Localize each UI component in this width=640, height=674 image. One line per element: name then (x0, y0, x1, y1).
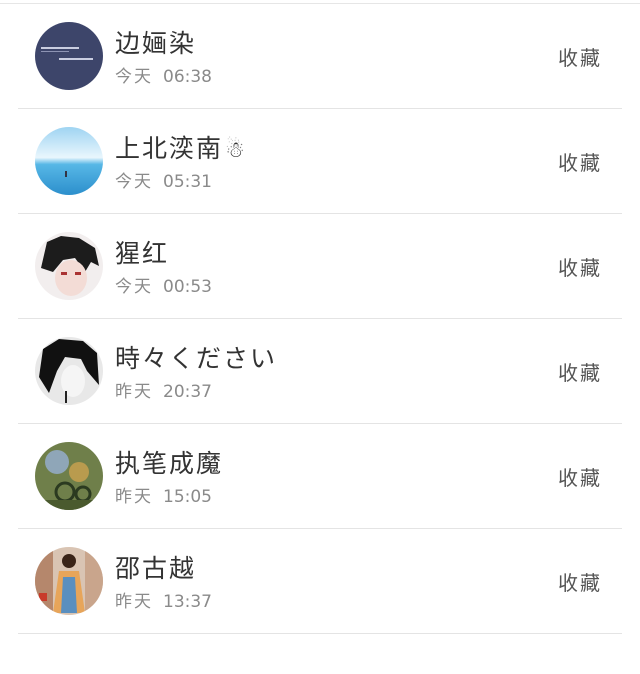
favorite-button[interactable]: 收藏 (558, 567, 602, 596)
favorite-button[interactable]: 收藏 (558, 252, 602, 281)
avatar-green-art-icon[interactable] (35, 442, 103, 510)
avatar-sky-sea-icon[interactable] (35, 127, 103, 195)
list-item[interactable]: 猩红 今天 00:53 收藏 (18, 214, 622, 319)
contact-name: 边婳染 (115, 29, 197, 58)
timestamp: 今天 06:38 (115, 67, 212, 87)
list-item[interactable]: 時々ください 昨天 20:37 收藏 (18, 319, 622, 424)
list-item[interactable]: 边婳染 今天 06:38 收藏 (18, 4, 622, 109)
timestamp: 今天 00:53 (115, 277, 212, 297)
favorite-button[interactable]: 收藏 (558, 357, 602, 386)
list-item[interactable]: 上北湙南☃ 今天 05:31 收藏 (18, 109, 622, 214)
favorites-list: 边婳染 今天 06:38 收藏 上北湙南☃ 今天 05:31 收藏 猩红 今天 … (0, 4, 640, 634)
favorite-button[interactable]: 收藏 (558, 42, 602, 71)
list-item[interactable]: 执笔成魔 昨天 15:05 收藏 (18, 424, 622, 529)
timestamp: 昨天 13:37 (115, 592, 212, 612)
favorite-button[interactable]: 收藏 (558, 462, 602, 491)
contact-name: 猩红 (115, 239, 170, 268)
avatar-bw-portrait-icon[interactable] (35, 337, 103, 405)
contact-name: 時々ください (115, 344, 278, 373)
avatar-anime-boy-icon[interactable] (35, 232, 103, 300)
contact-name: 邵古越 (115, 554, 197, 583)
list-item[interactable]: 邵古越 昨天 13:37 收藏 (18, 529, 622, 634)
timestamp: 今天 05:31 (115, 172, 212, 192)
timestamp: 昨天 15:05 (115, 487, 212, 507)
contact-name: 上北湙南☃ (115, 134, 247, 163)
favorite-button[interactable]: 收藏 (558, 147, 602, 176)
timestamp: 昨天 20:37 (115, 382, 212, 402)
avatar-costume-figure-icon[interactable] (35, 547, 103, 615)
snowman-icon: ☃ (225, 138, 247, 163)
contact-name: 执笔成魔 (115, 449, 224, 478)
avatar-dark-blue-text-icon[interactable] (35, 22, 103, 90)
